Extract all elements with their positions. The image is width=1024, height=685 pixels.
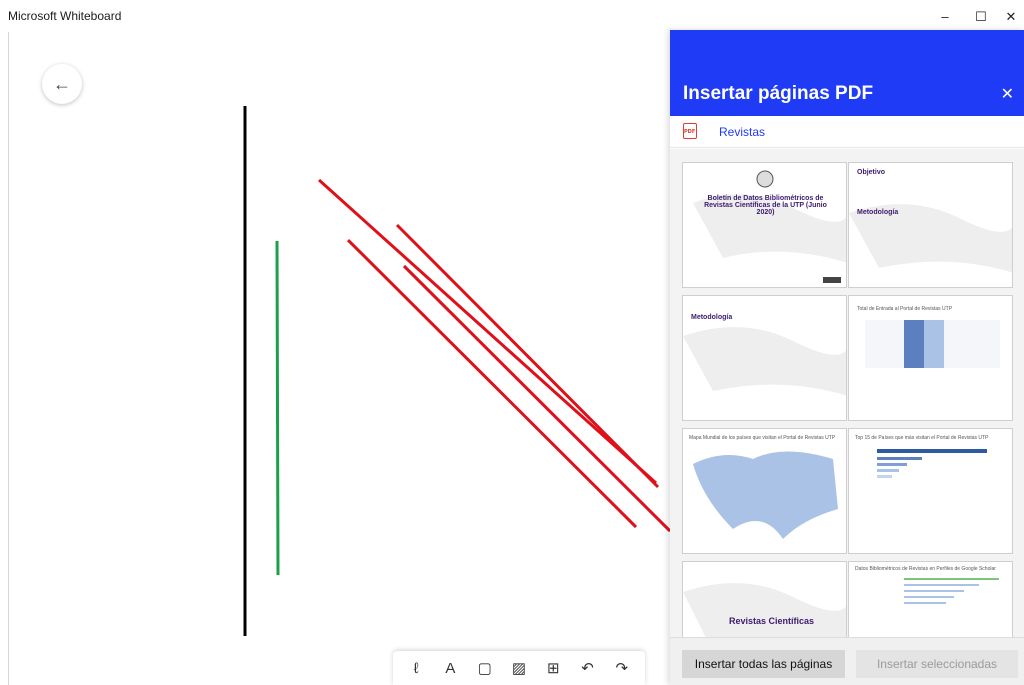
- pdf-file-row[interactable]: PDF Revistas: [670, 116, 1024, 148]
- redo-icon[interactable]: ↷: [609, 655, 635, 681]
- text-tool-icon[interactable]: A: [437, 655, 463, 681]
- page-6-title: Top 15 de Países que más visitan el Port…: [855, 435, 989, 441]
- insert-pdf-panel: Insertar páginas PDF ✕ PDF Revistas Bole…: [670, 30, 1024, 685]
- insert-selected-button[interactable]: Insertar seleccionadas: [856, 650, 1018, 678]
- note-tool-icon[interactable]: ▢: [472, 655, 498, 681]
- pdf-file-icon: PDF: [683, 123, 697, 139]
- page-thumbnail-8[interactable]: Datos Bibliométricos de Revistas en Perf…: [848, 561, 1013, 637]
- maximize-button[interactable]: ☐: [966, 6, 996, 28]
- insert-all-pages-button[interactable]: Insertar todas las páginas: [682, 650, 845, 678]
- page-3-title: Metodología: [691, 314, 733, 321]
- undo-icon[interactable]: ↶: [575, 655, 601, 681]
- page-thumbnail-3[interactable]: Metodología: [682, 295, 847, 421]
- page-thumbnail-6[interactable]: Top 15 de Países que más visitan el Port…: [848, 428, 1013, 554]
- page-thumbnails[interactable]: Boletín de Datos Bibliométricos de Revis…: [670, 149, 1024, 637]
- page-2-title: Objetivo: [857, 169, 886, 176]
- image-tool-icon[interactable]: ▨: [506, 655, 532, 681]
- panel-header: Insertar páginas PDF ✕: [670, 30, 1024, 116]
- back-button[interactable]: ←: [42, 64, 82, 104]
- page-thumbnail-4[interactable]: Total de Entrada al Portal de Revistas U…: [848, 295, 1013, 421]
- page-thumbnail-1[interactable]: Boletín de Datos Bibliométricos de Revis…: [682, 162, 847, 288]
- close-window-button[interactable]: ✕: [996, 6, 1024, 28]
- close-panel-icon[interactable]: ✕: [1001, 84, 1014, 104]
- bottom-toolbar: ℓ A ▢ ▨ ⊞ ↶ ↷: [393, 651, 645, 685]
- arrow-left-icon: ←: [53, 73, 71, 94]
- page-2-subtitle: Metodología: [857, 209, 899, 216]
- page-8-title: Datos Bibliométricos de Revistas en Perf…: [855, 566, 996, 572]
- pen-tool-icon[interactable]: ℓ: [403, 655, 429, 681]
- page-1-title: Boletín de Datos Bibliométricos de Revis…: [704, 195, 827, 216]
- page-4-title: Total de Entrada al Portal de Revistas U…: [857, 306, 953, 312]
- whiteboard-canvas[interactable]: [8, 32, 670, 685]
- app-title: Microsoft Whiteboard: [8, 9, 122, 23]
- panel-title: Insertar páginas PDF: [683, 83, 874, 104]
- insert-tool-icon[interactable]: ⊞: [540, 655, 566, 681]
- panel-footer: Insertar todas las páginas Insertar sele…: [670, 637, 1024, 685]
- title-bar: Microsoft Whiteboard – ☐ ✕: [0, 0, 1024, 32]
- page-thumbnail-2[interactable]: Objetivo Metodología: [848, 162, 1013, 288]
- page-thumbnail-7[interactable]: Revistas Científicas: [682, 561, 847, 637]
- page-thumbnail-5[interactable]: Mapa Mundial de los países que visitan e…: [682, 428, 847, 554]
- pdf-file-name[interactable]: Revistas: [719, 125, 765, 139]
- page-5-title: Mapa Mundial de los países que visitan e…: [689, 435, 836, 441]
- page-7-title: Revistas Científicas: [729, 616, 815, 626]
- minimize-button[interactable]: –: [930, 6, 960, 28]
